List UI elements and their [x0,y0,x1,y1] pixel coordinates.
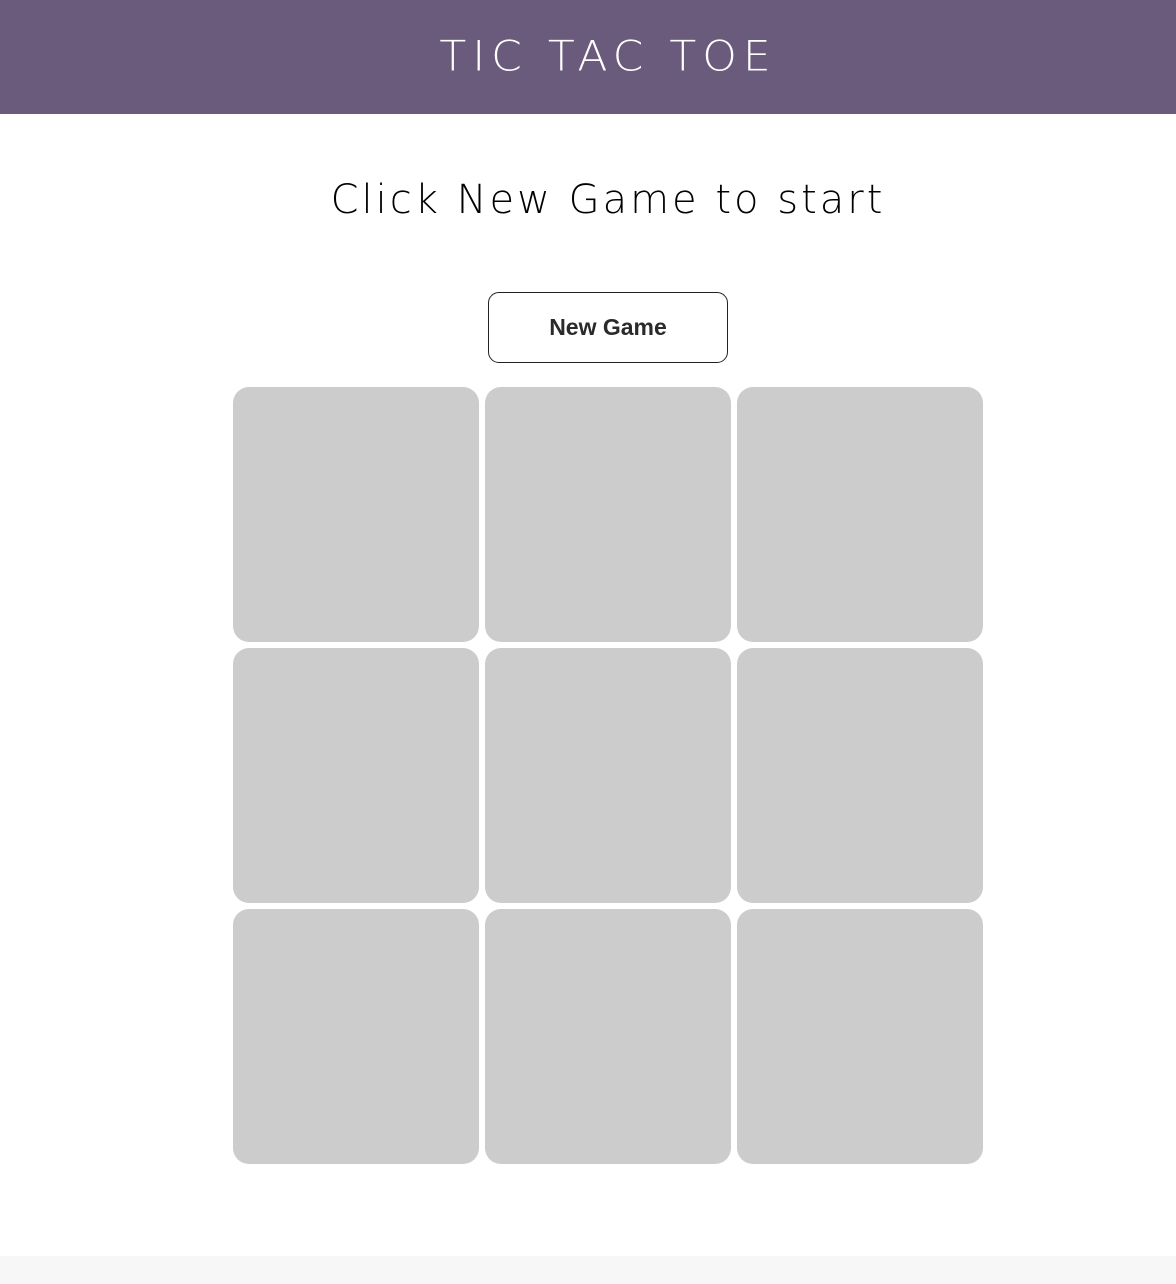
board-cell-1[interactable] [233,387,479,642]
game-board [233,387,983,1164]
board-cell-8[interactable] [485,909,731,1164]
status-message: Click New Game to start [330,177,886,223]
board-cell-3[interactable] [737,387,983,642]
board-cell-6[interactable] [737,648,983,903]
game-title: TIC TAC TOE [439,32,777,81]
new-game-button[interactable]: New Game [488,292,728,363]
board-cell-4[interactable] [233,648,479,903]
board-cell-9[interactable] [737,909,983,1164]
board-cell-2[interactable] [485,387,731,642]
board-cell-5[interactable] [485,648,731,903]
app-header: TIC TAC TOE [0,0,1176,114]
board-cell-7[interactable] [233,909,479,1164]
page-footer [0,1256,1176,1284]
